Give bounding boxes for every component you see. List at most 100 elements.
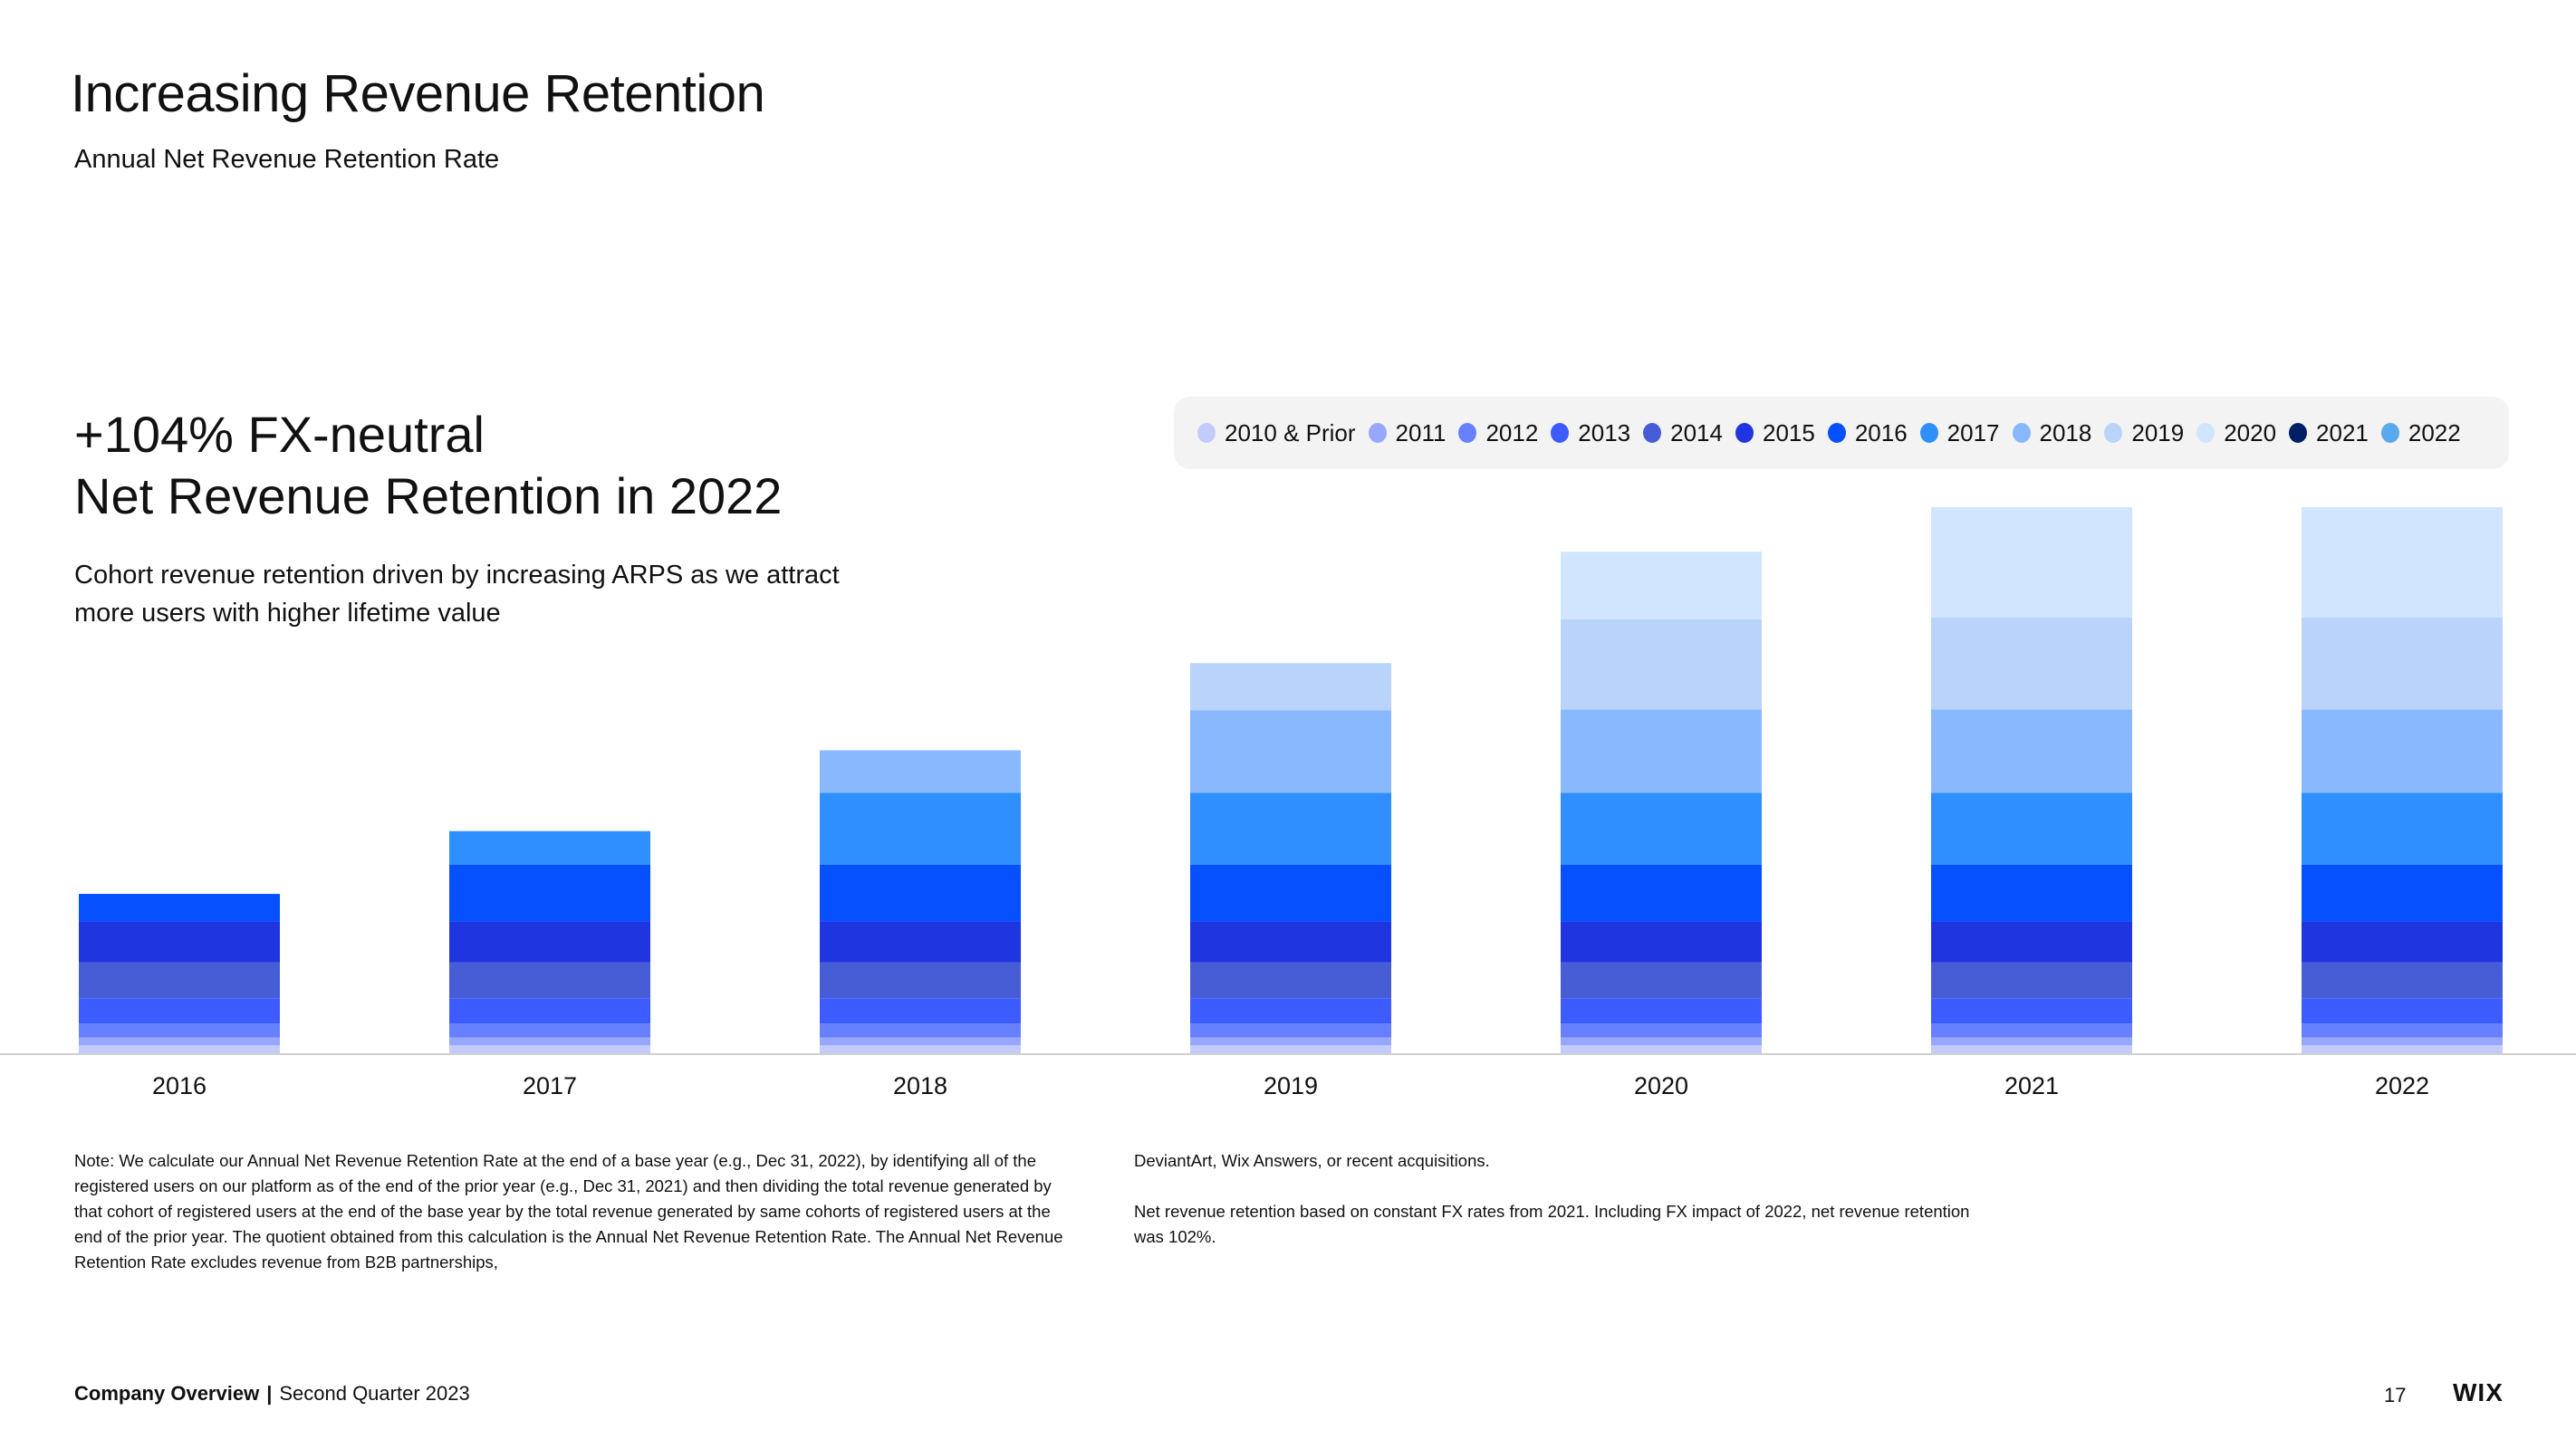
x-tick-label: 2022 — [2375, 1072, 2429, 1099]
legend-label: 2018 — [2039, 418, 2092, 446]
bar-segment-2021-2018 — [1931, 709, 2132, 793]
legend-item: 2021 — [2289, 419, 2369, 447]
x-tick-label: 2019 — [1264, 1072, 1318, 1099]
legend-item: 2017 — [1919, 419, 2000, 447]
slide-subtitle: Annual Net Revenue Retention Rate — [74, 145, 500, 174]
bar-segment-2022-2019 — [2302, 618, 2503, 710]
footnote-left: Note: We calculate our Annual Net Revenu… — [74, 1151, 1063, 1271]
bar-segment-2022-2014 — [2302, 962, 2503, 999]
bar-segment-2016-2016 — [79, 894, 280, 922]
legend-dot-icon — [2104, 423, 2123, 443]
legend-dot-icon — [1551, 423, 1570, 443]
bar-segment-2020-2013 — [1561, 998, 1762, 1024]
legend-label: 2015 — [1762, 418, 1815, 446]
footer-period: Second Quarter 2023 — [279, 1382, 470, 1405]
chart-legend: 2010 & Prior 2011 2012 2013 2014 2015 2016 2017… — [1174, 397, 2509, 469]
legend-label: 2011 — [1395, 418, 1447, 446]
legend-item: 2012 — [1458, 419, 1538, 447]
legend-item: 2020 — [2196, 419, 2276, 447]
bar-segment-2018-2010-prior — [820, 1045, 1021, 1053]
bar-segment-2022-2015 — [2302, 921, 2503, 963]
bar-segment-2020-2017 — [1561, 792, 1762, 865]
bar-segment-2020-2016 — [1561, 865, 1762, 922]
bar-segment-2016-2011 — [79, 1037, 280, 1046]
legend-item: 2018 — [2012, 418, 2092, 447]
legend-label: 2022 — [2408, 418, 2461, 446]
legend-item: 2014 — [1643, 419, 1723, 447]
bar-segment-2021-2017 — [1931, 792, 2132, 865]
legend-item: 2010 & Prior — [1197, 419, 1356, 447]
bar-segment-2022-2012 — [2302, 1023, 2503, 1038]
legend-dot-icon — [1735, 423, 1754, 443]
bar-segment-2019-2013 — [1190, 998, 1391, 1024]
bar-segment-2021-2014 — [1931, 962, 2132, 999]
legend-label: 2021 — [2316, 418, 2369, 446]
slide-title: Increasing Revenue Retention — [71, 64, 765, 123]
bar-segment-2018-2016 — [820, 865, 1021, 922]
legend-label: 2013 — [1578, 418, 1631, 446]
x-tick-label: 2020 — [1634, 1072, 1688, 1099]
bar-segment-2020-2018 — [1561, 709, 1762, 793]
bar-segment-2017-2014 — [449, 962, 650, 999]
legend-dot-icon — [1827, 423, 1846, 443]
legend-item: 2013 — [1551, 419, 1630, 447]
legend-label: 2019 — [2131, 418, 2185, 446]
legend-dot-icon — [1197, 423, 1216, 443]
bar-segment-2018-2013 — [820, 998, 1021, 1024]
bar-segment-2016-2014 — [79, 962, 280, 999]
bar-segment-2022-2020 — [2302, 507, 2503, 618]
legend-dot-icon — [1458, 423, 1477, 443]
legend-dot-icon — [2012, 423, 2031, 443]
bar-segment-2018-2014 — [820, 962, 1021, 999]
bar-segment-2020-2020 — [1561, 552, 1762, 619]
bar-segment-2021-2015 — [1931, 921, 2132, 963]
bar-segment-2022-2017 — [2302, 792, 2503, 865]
bar-segment-2019-2011 — [1190, 1037, 1391, 1046]
bar-segment-2018-2012 — [820, 1023, 1021, 1038]
bar-segment-2022-2011 — [2302, 1037, 2503, 1046]
wix-logo: WIX — [2453, 1378, 2504, 1406]
footnote-right-2: Net revenue retention based on constant … — [1134, 1202, 1970, 1246]
legend-dot-icon — [2289, 423, 2308, 443]
bar-segment-2016-2013 — [79, 998, 280, 1024]
bar-segment-2017-2015 — [449, 921, 650, 963]
bar-segment-2019-2017 — [1190, 792, 1391, 865]
legend-dot-icon — [1919, 423, 1938, 443]
footer: Company Overview | Second Quarter 2023 — [74, 1382, 470, 1406]
bar-segment-2020-2014 — [1561, 962, 1762, 999]
legend-dot-icon — [1643, 423, 1662, 443]
bar-segment-2021-2019 — [1931, 618, 2132, 710]
bar-segment-2020-2012 — [1561, 1023, 1762, 1038]
bar-segment-2017-2011 — [449, 1037, 650, 1046]
bar-segment-2022-2016 — [2302, 865, 2503, 922]
bar-segment-2017-2010-prior — [449, 1045, 650, 1053]
bar-segment-2019-2016 — [1190, 865, 1391, 922]
bar-segment-2018-2017 — [820, 792, 1021, 865]
legend-item: 2022 — [2380, 418, 2461, 447]
legend-label: 2014 — [1670, 418, 1723, 446]
legend-item: 2016 — [1827, 418, 1908, 447]
bar-segment-2020-2011 — [1561, 1037, 1762, 1046]
x-tick-label: 2016 — [152, 1072, 207, 1099]
x-tick-label: 2021 — [2004, 1072, 2059, 1099]
bar-segment-2019-2014 — [1190, 962, 1391, 999]
bar-segment-2020-2015 — [1561, 921, 1762, 963]
bar-segment-2018-2015 — [820, 921, 1021, 963]
page-number: 17 — [2384, 1384, 2407, 1406]
footer-section: Company Overview — [74, 1382, 260, 1405]
legend-label: 2010 & Prior — [1225, 418, 1356, 446]
bar-segment-2020-2010-prior — [1561, 1045, 1762, 1053]
bar-segment-2017-2016 — [449, 865, 650, 922]
bar-segment-2022-2018 — [2302, 709, 2503, 793]
legend-label: 2016 — [1854, 418, 1908, 446]
legend-dot-icon — [2196, 423, 2216, 443]
bar-segment-2019-2010-prior — [1190, 1045, 1391, 1053]
stacked-bar-chart: 2016 2017 2018 2019 2020 2021 2022 — [0, 507, 2576, 1099]
x-tick-label: 2018 — [893, 1072, 947, 1099]
headline-line-1: +104% FX-neutral — [74, 406, 485, 463]
bar-segment-2022-2013 — [2302, 998, 2503, 1024]
bar-segment-2019-2015 — [1190, 921, 1391, 963]
bar-segment-2017-2017 — [449, 830, 650, 865]
bar-segment-2021-2013 — [1931, 998, 2132, 1024]
legend-dot-icon — [1368, 423, 1387, 443]
